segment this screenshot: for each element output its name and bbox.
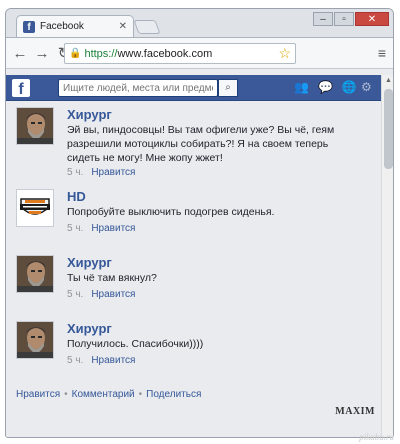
notification-jewels: 👥 💬 🌐 [294, 80, 357, 94]
separator-dot: • [138, 389, 143, 400]
comment-meta: 5 ч. Нравится [67, 289, 135, 300]
comment-author[interactable]: HD [67, 189, 86, 204]
like-action-link[interactable]: Нравится [16, 389, 60, 400]
browser-toolbar: ← → ↻ 🔒 https://www.facebook.com ☆ ≡ [6, 37, 393, 69]
url-scheme: https:// [84, 47, 118, 60]
comment-author[interactable]: Хирург [67, 107, 112, 122]
like-link[interactable]: Нравится [91, 223, 135, 234]
comment-meta: 5 ч. Нравится [67, 167, 135, 178]
tab-close-icon[interactable]: ✕ [119, 21, 127, 32]
back-arrow-icon[interactable]: ← [12, 45, 28, 62]
new-tab-button[interactable] [133, 20, 161, 34]
friend-requests-icon[interactable]: 👥 [294, 80, 309, 94]
scroll-thumb[interactable] [384, 89, 393, 169]
like-link[interactable]: Нравится [91, 355, 135, 366]
like-link[interactable]: Нравится [91, 167, 135, 178]
post-actions: Нравится • Комментарий • Поделиться [16, 389, 201, 400]
lock-icon: 🔒 [69, 48, 82, 59]
comment-text: Попробуйте выключить подогрев сиденья. [67, 206, 275, 218]
comment-time: 5 ч. [67, 355, 84, 366]
separator-dot: • [64, 389, 68, 400]
minimize-button[interactable]: – [313, 12, 333, 26]
settings-icon[interactable]: ⚙ [361, 80, 372, 94]
comment-item: Хирург Получилось. Спасибочки)))) 5 ч. Нр… [16, 321, 361, 381]
comment-text: Эй вы, пиндосовцы! Вы там офигели уже? В… [67, 124, 335, 164]
comment-time: 5 ч. [67, 289, 84, 300]
facebook-bluebar: f ⌕ 👥 💬 🌐 ⚙ [6, 75, 381, 101]
comment-item: HD Попробуйте выключить подогрев сиденья… [16, 189, 361, 249]
comment-item: Хирург Ты чё там вякнул? 5 ч. Нравится [16, 255, 361, 315]
tab-title: Facebook [40, 21, 84, 32]
title-bar: f Facebook ✕ – ▫ ✕ [6, 9, 393, 37]
notifications-globe-icon[interactable]: 🌐 [342, 80, 357, 94]
comment-author[interactable]: Хирург [67, 255, 112, 270]
share-action-link[interactable]: Поделиться [146, 389, 201, 400]
harley-davidson-logo[interactable] [16, 189, 54, 227]
comment-item: Хирург Эй вы, пиндосовцы! Вы там офигели… [16, 107, 361, 178]
comment-meta: 5 ч. Нравится [67, 223, 135, 234]
comment-time: 5 ч. [67, 223, 84, 234]
comment-meta: 5 ч. Нравится [67, 355, 135, 366]
comment-action-link[interactable]: Комментарий [72, 389, 135, 400]
forward-arrow-icon[interactable]: → [34, 45, 50, 62]
url-host: www.facebook.com [117, 47, 213, 60]
address-bar[interactable]: 🔒 https://www.facebook.com ☆ [64, 43, 296, 64]
scroll-up-arrow-icon[interactable]: ▲ [385, 77, 392, 84]
messages-icon[interactable]: 💬 [318, 80, 333, 94]
scrollbar[interactable]: ▲ [381, 75, 393, 437]
window-controls: – ▫ ✕ [313, 12, 389, 26]
browser-window: f Facebook ✕ – ▫ ✕ ← → ↻ 🔒 https://www.f… [5, 8, 394, 438]
like-link[interactable]: Нравится [91, 289, 135, 300]
facebook-favicon-icon: f [23, 20, 35, 33]
surgeon-avatar[interactable] [16, 107, 54, 145]
facebook-page: f ⌕ 👥 💬 🌐 ⚙ ▲ [6, 69, 393, 437]
comment-author[interactable]: Хирург [67, 321, 112, 336]
pikabu-watermark: pikabu.ru [359, 432, 394, 442]
facebook-logo-icon[interactable]: f [12, 79, 30, 98]
search-input[interactable] [58, 79, 218, 97]
url-text: https://www.facebook.com [84, 48, 212, 60]
browser-tab[interactable]: f Facebook ✕ [16, 15, 134, 37]
browser-menu-icon[interactable]: ≡ [378, 45, 386, 61]
close-window-button[interactable]: ✕ [355, 12, 389, 26]
comment-time: 5 ч. [67, 167, 84, 178]
search-icon[interactable]: ⌕ [218, 79, 238, 97]
surgeon-avatar[interactable] [16, 321, 54, 359]
maximize-button[interactable]: ▫ [334, 12, 354, 26]
surgeon-avatar[interactable] [16, 255, 54, 293]
comment-text: Получилось. Спасибочки)))) [67, 338, 204, 350]
bookmark-star-icon[interactable]: ☆ [278, 45, 291, 62]
maxim-brand-logo: MAXIM [335, 406, 375, 417]
comment-text: Ты чё там вякнул? [67, 272, 157, 284]
